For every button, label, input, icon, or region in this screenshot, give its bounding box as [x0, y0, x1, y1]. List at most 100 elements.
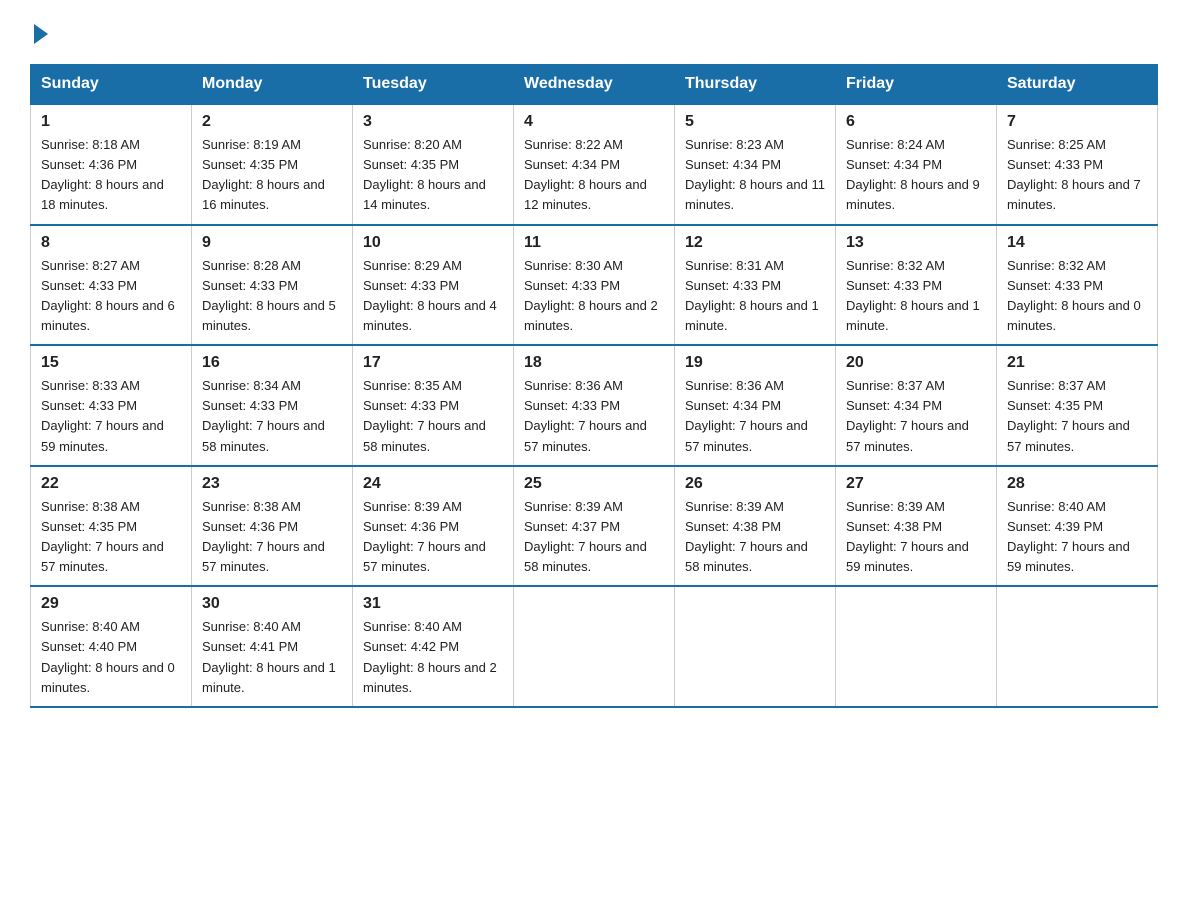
calendar-cell: 21 Sunrise: 8:37 AM Sunset: 4:35 PM Dayl… — [997, 345, 1158, 466]
day-info: Sunrise: 8:36 AM Sunset: 4:34 PM Dayligh… — [685, 376, 825, 457]
day-number: 20 — [846, 354, 986, 372]
day-info: Sunrise: 8:32 AM Sunset: 4:33 PM Dayligh… — [846, 256, 986, 337]
calendar-cell: 6 Sunrise: 8:24 AM Sunset: 4:34 PM Dayli… — [836, 104, 997, 225]
day-number: 24 — [363, 475, 503, 493]
day-number: 17 — [363, 354, 503, 372]
day-info: Sunrise: 8:40 AM Sunset: 4:40 PM Dayligh… — [41, 617, 181, 698]
logo — [30, 20, 48, 44]
calendar-cell: 19 Sunrise: 8:36 AM Sunset: 4:34 PM Dayl… — [675, 345, 836, 466]
day-number: 14 — [1007, 234, 1147, 252]
calendar-cell: 28 Sunrise: 8:40 AM Sunset: 4:39 PM Dayl… — [997, 466, 1158, 587]
day-number: 8 — [41, 234, 181, 252]
day-info: Sunrise: 8:31 AM Sunset: 4:33 PM Dayligh… — [685, 256, 825, 337]
day-number: 5 — [685, 113, 825, 131]
day-number: 30 — [202, 595, 342, 613]
day-number: 11 — [524, 234, 664, 252]
day-number: 4 — [524, 113, 664, 131]
calendar-cell: 10 Sunrise: 8:29 AM Sunset: 4:33 PM Dayl… — [353, 225, 514, 346]
calendar-week-row: 8 Sunrise: 8:27 AM Sunset: 4:33 PM Dayli… — [31, 225, 1158, 346]
col-header-sunday: Sunday — [31, 65, 192, 105]
calendar-cell: 22 Sunrise: 8:38 AM Sunset: 4:35 PM Dayl… — [31, 466, 192, 587]
day-number: 19 — [685, 354, 825, 372]
day-info: Sunrise: 8:36 AM Sunset: 4:33 PM Dayligh… — [524, 376, 664, 457]
col-header-thursday: Thursday — [675, 65, 836, 105]
calendar-cell — [836, 586, 997, 707]
day-number: 26 — [685, 475, 825, 493]
day-info: Sunrise: 8:35 AM Sunset: 4:33 PM Dayligh… — [363, 376, 503, 457]
day-info: Sunrise: 8:25 AM Sunset: 4:33 PM Dayligh… — [1007, 135, 1147, 216]
calendar-cell: 23 Sunrise: 8:38 AM Sunset: 4:36 PM Dayl… — [192, 466, 353, 587]
calendar-cell: 29 Sunrise: 8:40 AM Sunset: 4:40 PM Dayl… — [31, 586, 192, 707]
calendar-cell — [514, 586, 675, 707]
calendar-cell: 7 Sunrise: 8:25 AM Sunset: 4:33 PM Dayli… — [997, 104, 1158, 225]
day-info: Sunrise: 8:19 AM Sunset: 4:35 PM Dayligh… — [202, 135, 342, 216]
col-header-wednesday: Wednesday — [514, 65, 675, 105]
day-number: 29 — [41, 595, 181, 613]
calendar-cell: 24 Sunrise: 8:39 AM Sunset: 4:36 PM Dayl… — [353, 466, 514, 587]
day-info: Sunrise: 8:23 AM Sunset: 4:34 PM Dayligh… — [685, 135, 825, 216]
day-number: 7 — [1007, 113, 1147, 131]
col-header-saturday: Saturday — [997, 65, 1158, 105]
day-number: 16 — [202, 354, 342, 372]
day-number: 10 — [363, 234, 503, 252]
day-number: 31 — [363, 595, 503, 613]
calendar-cell: 8 Sunrise: 8:27 AM Sunset: 4:33 PM Dayli… — [31, 225, 192, 346]
calendar-cell: 27 Sunrise: 8:39 AM Sunset: 4:38 PM Dayl… — [836, 466, 997, 587]
day-number: 25 — [524, 475, 664, 493]
calendar-week-row: 22 Sunrise: 8:38 AM Sunset: 4:35 PM Dayl… — [31, 466, 1158, 587]
calendar-cell — [675, 586, 836, 707]
day-info: Sunrise: 8:20 AM Sunset: 4:35 PM Dayligh… — [363, 135, 503, 216]
calendar-cell: 11 Sunrise: 8:30 AM Sunset: 4:33 PM Dayl… — [514, 225, 675, 346]
day-info: Sunrise: 8:29 AM Sunset: 4:33 PM Dayligh… — [363, 256, 503, 337]
calendar-cell: 4 Sunrise: 8:22 AM Sunset: 4:34 PM Dayli… — [514, 104, 675, 225]
logo-arrow-icon — [34, 24, 48, 44]
day-number: 3 — [363, 113, 503, 131]
day-number: 9 — [202, 234, 342, 252]
day-info: Sunrise: 8:39 AM Sunset: 4:38 PM Dayligh… — [846, 497, 986, 578]
day-info: Sunrise: 8:33 AM Sunset: 4:33 PM Dayligh… — [41, 376, 181, 457]
calendar-cell: 16 Sunrise: 8:34 AM Sunset: 4:33 PM Dayl… — [192, 345, 353, 466]
day-number: 2 — [202, 113, 342, 131]
day-info: Sunrise: 8:39 AM Sunset: 4:38 PM Dayligh… — [685, 497, 825, 578]
calendar-cell: 30 Sunrise: 8:40 AM Sunset: 4:41 PM Dayl… — [192, 586, 353, 707]
day-number: 6 — [846, 113, 986, 131]
calendar-cell: 20 Sunrise: 8:37 AM Sunset: 4:34 PM Dayl… — [836, 345, 997, 466]
calendar-cell: 17 Sunrise: 8:35 AM Sunset: 4:33 PM Dayl… — [353, 345, 514, 466]
calendar-cell: 15 Sunrise: 8:33 AM Sunset: 4:33 PM Dayl… — [31, 345, 192, 466]
day-number: 21 — [1007, 354, 1147, 372]
day-number: 22 — [41, 475, 181, 493]
day-info: Sunrise: 8:27 AM Sunset: 4:33 PM Dayligh… — [41, 256, 181, 337]
day-number: 27 — [846, 475, 986, 493]
calendar-cell: 3 Sunrise: 8:20 AM Sunset: 4:35 PM Dayli… — [353, 104, 514, 225]
calendar-cell: 14 Sunrise: 8:32 AM Sunset: 4:33 PM Dayl… — [997, 225, 1158, 346]
day-info: Sunrise: 8:40 AM Sunset: 4:42 PM Dayligh… — [363, 617, 503, 698]
calendar-table: SundayMondayTuesdayWednesdayThursdayFrid… — [30, 64, 1158, 708]
day-info: Sunrise: 8:22 AM Sunset: 4:34 PM Dayligh… — [524, 135, 664, 216]
day-number: 1 — [41, 113, 181, 131]
calendar-cell: 5 Sunrise: 8:23 AM Sunset: 4:34 PM Dayli… — [675, 104, 836, 225]
calendar-header-row: SundayMondayTuesdayWednesdayThursdayFrid… — [31, 65, 1158, 105]
calendar-cell: 12 Sunrise: 8:31 AM Sunset: 4:33 PM Dayl… — [675, 225, 836, 346]
day-info: Sunrise: 8:24 AM Sunset: 4:34 PM Dayligh… — [846, 135, 986, 216]
day-info: Sunrise: 8:38 AM Sunset: 4:36 PM Dayligh… — [202, 497, 342, 578]
day-info: Sunrise: 8:39 AM Sunset: 4:36 PM Dayligh… — [363, 497, 503, 578]
day-info: Sunrise: 8:37 AM Sunset: 4:35 PM Dayligh… — [1007, 376, 1147, 457]
calendar-cell: 13 Sunrise: 8:32 AM Sunset: 4:33 PM Dayl… — [836, 225, 997, 346]
calendar-cell — [997, 586, 1158, 707]
day-info: Sunrise: 8:32 AM Sunset: 4:33 PM Dayligh… — [1007, 256, 1147, 337]
day-info: Sunrise: 8:38 AM Sunset: 4:35 PM Dayligh… — [41, 497, 181, 578]
col-header-monday: Monday — [192, 65, 353, 105]
calendar-cell: 2 Sunrise: 8:19 AM Sunset: 4:35 PM Dayli… — [192, 104, 353, 225]
day-info: Sunrise: 8:37 AM Sunset: 4:34 PM Dayligh… — [846, 376, 986, 457]
col-header-friday: Friday — [836, 65, 997, 105]
day-info: Sunrise: 8:34 AM Sunset: 4:33 PM Dayligh… — [202, 376, 342, 457]
day-number: 12 — [685, 234, 825, 252]
day-info: Sunrise: 8:30 AM Sunset: 4:33 PM Dayligh… — [524, 256, 664, 337]
day-number: 15 — [41, 354, 181, 372]
day-number: 23 — [202, 475, 342, 493]
day-number: 13 — [846, 234, 986, 252]
calendar-cell: 26 Sunrise: 8:39 AM Sunset: 4:38 PM Dayl… — [675, 466, 836, 587]
calendar-cell: 9 Sunrise: 8:28 AM Sunset: 4:33 PM Dayli… — [192, 225, 353, 346]
page-header — [30, 20, 1158, 44]
day-info: Sunrise: 8:40 AM Sunset: 4:41 PM Dayligh… — [202, 617, 342, 698]
